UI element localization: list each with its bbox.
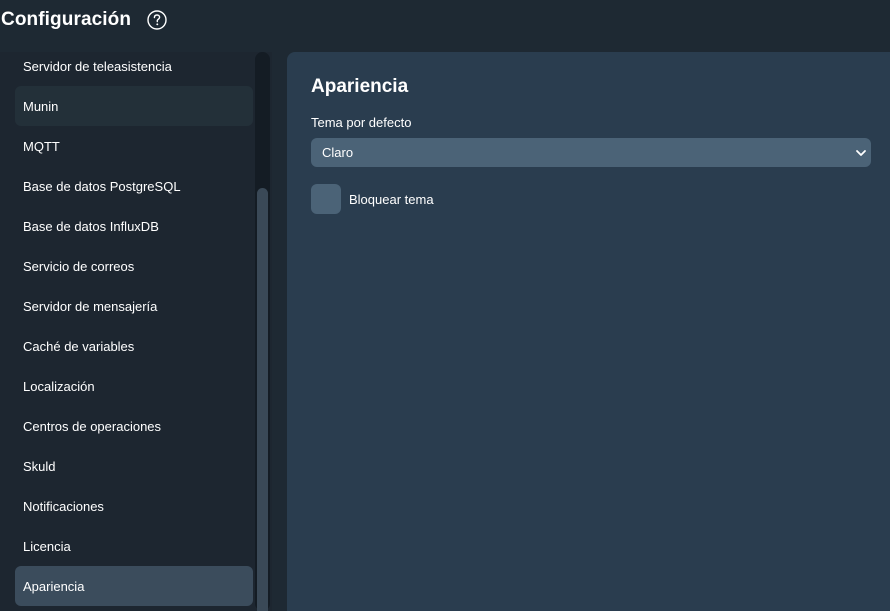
- sidebar-item-label: Base de datos InfluxDB: [23, 218, 159, 234]
- theme-select[interactable]: Claro: [311, 138, 871, 167]
- header: Configuración: [0, 0, 890, 40]
- main-panel: Apariencia Tema por defecto Claro Bloque…: [287, 52, 890, 611]
- theme-field-label: Tema por defecto: [311, 115, 412, 130]
- settings-sidebar: Servidor de teleasistencia Munin MQTT Base …: [0, 52, 272, 611]
- sidebar-scrollbar-thumb[interactable]: [257, 188, 268, 611]
- lock-theme-checkbox[interactable]: [311, 184, 341, 214]
- sidebar-item-label: Munin: [23, 98, 59, 114]
- sidebar-scrollbar[interactable]: [255, 52, 270, 611]
- sidebar-item-label: MQTT: [23, 138, 60, 154]
- sidebar-item[interactable]: Base de datos PostgreSQL: [15, 166, 253, 206]
- sidebar-item-label: Servidor de teleasistencia: [23, 58, 172, 74]
- sidebar-item-label: Localización: [23, 378, 95, 394]
- sidebar-item[interactable]: Base de datos InfluxDB: [15, 206, 253, 246]
- sidebar-item[interactable]: Licencia: [15, 526, 253, 566]
- lock-theme-row: Bloquear tema: [311, 184, 434, 214]
- sidebar-item-label: Base de datos PostgreSQL: [23, 178, 181, 194]
- sidebar-item[interactable]: Localización: [15, 366, 253, 406]
- sidebar-item[interactable]: Munin: [15, 86, 253, 126]
- page-title: Configuración: [1, 9, 132, 30]
- sidebar-item[interactable]: Servidor de teleasistencia: [15, 52, 253, 86]
- sidebar-item[interactable]: Centros de operaciones: [15, 406, 253, 446]
- sidebar-item-label: Licencia: [23, 538, 71, 554]
- lock-theme-label[interactable]: Bloquear tema: [349, 192, 434, 207]
- help-circle-icon[interactable]: [147, 10, 167, 30]
- sidebar-item-label: Servicio de correos: [23, 258, 135, 274]
- section-title: Apariencia: [311, 76, 409, 97]
- sidebar-item-label: Servidor de mensajería: [23, 298, 158, 314]
- sidebar-list: Servidor de teleasistencia Munin MQTT Base …: [15, 52, 253, 606]
- sidebar-item[interactable]: Apariencia: [15, 566, 253, 606]
- sidebar-item[interactable]: Servicio de correos: [15, 246, 253, 286]
- sidebar-item[interactable]: Servidor de mensajería: [15, 286, 253, 326]
- sidebar-item[interactable]: Notificaciones: [15, 486, 253, 526]
- sidebar-item-label: Caché de variables: [23, 338, 135, 354]
- sidebar-item-label: Apariencia: [23, 578, 85, 594]
- sidebar-item-label: Skuld: [23, 458, 56, 474]
- sidebar-item-label: Notificaciones: [23, 498, 104, 514]
- chevron-down-icon: [855, 147, 867, 159]
- sidebar-item[interactable]: Caché de variables: [15, 326, 253, 366]
- sidebar-item[interactable]: Skuld: [15, 446, 253, 486]
- sidebar-item[interactable]: MQTT: [15, 126, 253, 166]
- sidebar-item-label: Centros de operaciones: [23, 418, 162, 434]
- theme-select-value: Claro: [322, 145, 354, 160]
